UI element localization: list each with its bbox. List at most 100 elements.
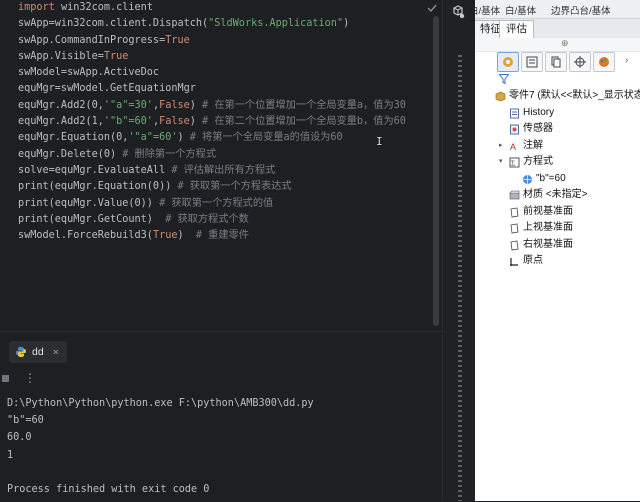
run-tab-label: dd [32,346,44,358]
tab-evaluate[interactable]: 评估 [499,20,534,38]
tree-item-label: History [523,106,555,118]
code-token: ) [189,99,203,111]
code-line[interactable]: swModel=swApp.ActiveDoc [18,65,406,81]
close-icon[interactable]: × [53,347,59,358]
code-token: # 评估解出所有方程式 [171,164,276,176]
feature-manager-icon[interactable] [497,52,519,72]
code-line[interactable]: swApp.CommandInProgress=True [18,33,406,49]
code-line[interactable]: equMgr.Equation(0,'"a"=60') # 将第一个全局变量a的… [18,130,406,146]
code-lines[interactable]: import win32com.client swApp=win32com.cli… [18,0,406,244]
stop-icon[interactable] [2,375,9,382]
tree-item-label: 原点 [523,255,543,266]
ribbon-command[interactable]: 白/基体 [505,3,536,17]
tree-item[interactable]: 材质 <未指定> [475,187,640,204]
tree-item[interactable]: 原点 [475,253,640,270]
configuration-manager-icon[interactable] [545,52,567,72]
solidworks-command-icon[interactable] [451,5,465,19]
dimxpert-icon[interactable] [569,52,591,72]
code-token: # 获取第一个方程表达式 [177,181,292,193]
code-token: '"a"=60' [128,132,178,144]
filter-icon[interactable] [499,74,509,84]
code-token: swModel.ForceRebuild3( [18,230,153,242]
code-line[interactable]: equMgr.Add2(0,'"a"=30',False) # 在第一个位置增加… [18,98,406,114]
chevron-down-icon[interactable]: ▾ [499,154,503,171]
history-icon [509,108,520,119]
run-tab[interactable]: dd × [9,341,67,363]
text-cursor-icon: I [376,135,383,148]
tree-root-item[interactable]: 零件7 (默认<<默认>_显示状态 [475,88,640,105]
code-line[interactable]: swApp=win32com.client.Dispatch("SldWorks… [18,16,406,32]
code-token: print(equMgr.Equation(0)) [18,181,178,193]
code-token: ) [343,18,350,30]
code-token: equMgr=swModel.GetEquationMgr [18,83,196,95]
code-line[interactable]: print(equMgr.Equation(0)) # 获取第一个方程表达式 [18,179,406,195]
run-panel: dd × ⋮ D:\Python\Python\python.exe F:\py… [0,331,442,502]
tree-item[interactable]: 右视基准面 [475,237,640,254]
code-line[interactable]: print(equMgr.GetCount) # 获取方程式个数 [18,212,406,228]
code-line[interactable]: equMgr=swModel.GetEquationMgr [18,81,406,97]
scroll-right-icon[interactable]: › [625,55,628,66]
expand-handle-icon[interactable]: ⊕ [561,38,569,49]
tree-item-label: 方程式 [523,156,553,167]
code-token: False [159,99,190,111]
code-line[interactable]: solve=equMgr.EvaluateAll # 评估解出所有方程式 [18,163,406,179]
editor-scrollbar[interactable] [433,16,439,326]
code-token: ) [177,230,196,242]
tree-item-label: 右视基准面 [523,238,573,250]
ribbon-command[interactable]: 边界凸台/基体 [551,3,611,17]
property-manager-icon[interactable] [521,52,543,72]
code-token: swModel=swApp.ActiveDoc [18,67,160,79]
code-token: swApp.CommandInProgress= [18,34,166,46]
global-variable-icon [522,174,533,185]
tree-item[interactable]: ▾ Σ 方程式 [475,154,640,171]
display-manager-icon[interactable] [593,52,615,72]
ribbon-commands: 白/基体 白/基体 边界凸台/基体 [475,0,640,19]
tree-item[interactable]: 上视基准面 [475,220,640,237]
code-token: # 在第二个位置增加一个全局变量b，值为60 [202,116,406,128]
chevron-right-icon[interactable]: ▸ [499,138,503,155]
console-output: D:\Python\Python\python.exe F:\python\AM… [7,395,314,498]
code-token: # 在第一个位置增加一个全局变量a，值为30 [202,99,406,111]
code-line[interactable]: equMgr.Add2(1,'"b"=60',False) # 在第二个位置增加… [18,114,406,130]
code-token: True [103,50,129,62]
tree-item[interactable]: ▸ A 注解 [475,138,640,155]
console-line: "b"=60 [7,415,44,427]
code-line[interactable]: print(equMgr.Value(0)) # 获取第一个方程式的值 [18,196,406,212]
code-line[interactable]: swModel.ForceRebuild3(True) # 重建零件 [18,228,406,244]
code-token: '"b"=60' [103,116,153,128]
code-token: # 重建零件 [195,230,249,242]
code-line[interactable]: equMgr.Delete(0) # 删除第一个方程式 [18,147,406,163]
code-token: equMgr.Add2(0, [18,99,104,111]
code-token: ) [177,132,190,144]
tree-item[interactable]: "b"=60 [475,171,640,188]
console-line: 1 [7,449,14,461]
feature-tree: 零件7 (默认<<默认>_显示状态 History 传感器 ▸ A 注解 ▾ Σ 方程式 "b"=… [475,88,640,270]
python-icon [16,347,26,357]
command-manager-tabs: 特征 评估 [475,19,640,38]
code-line[interactable]: swApp.Visible=True [18,49,406,65]
tree-item[interactable]: 传感器 [475,121,640,138]
code-line[interactable]: import win32com.client [18,0,406,16]
ribbon-command[interactable]: 白/基体 [475,3,500,17]
code-token: # 获取方程式个数 [165,213,249,225]
code-token: win32com.client [54,2,153,13]
tree-item-label: 前视基准面 [523,205,573,217]
code-token: swApp.Visible= [18,50,104,62]
plane-icon [509,207,520,218]
more-options-icon[interactable]: ⋮ [24,372,36,384]
part-icon [495,91,506,102]
tree-item[interactable]: History [475,105,640,122]
code-token: ) [189,116,203,128]
code-token: '"a"=30' [103,99,153,111]
code-token: # 将第一个全局变量a的值设为60 [189,132,343,144]
tree-item-label: "b"=60 [536,172,566,184]
code-token: False [159,116,190,128]
plane-icon [509,240,520,251]
code-editor[interactable]: import win32com.client swApp=win32com.cli… [0,0,442,331]
tree-item-label: 注解 [523,139,543,151]
console-line: D:\Python\Python\python.exe F:\python\AM… [7,398,314,409]
code-token: print(equMgr.Value(0)) [18,197,160,209]
tree-item[interactable]: 前视基准面 [475,204,640,221]
divider-handle[interactable] [458,55,462,501]
